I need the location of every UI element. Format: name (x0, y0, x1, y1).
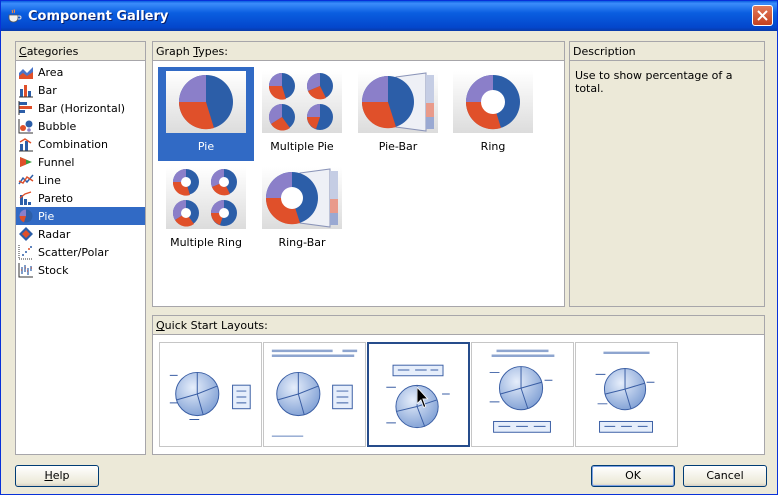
graph-type-ring[interactable]: Ring (445, 67, 541, 161)
description-text: Use to show percentage of a total. (575, 69, 733, 95)
description-header: Description (570, 42, 764, 61)
line-chart-icon (18, 174, 34, 185)
title-bar[interactable]: Component Gallery (1, 1, 777, 31)
graph-type-label: Pie (197, 140, 215, 153)
layout-option-2[interactable] (263, 342, 366, 447)
ring-bar-thumbnail (262, 167, 342, 229)
quick-start-header: Quick Start Layouts: (153, 316, 764, 335)
pie-chart-icon (19, 209, 33, 223)
area-chart-icon (19, 67, 33, 79)
ok-button[interactable]: OK (591, 465, 675, 487)
combination-chart-icon (19, 138, 33, 152)
graph-types-header: Graph Types: (153, 42, 564, 61)
layout-option-1[interactable] (159, 342, 262, 447)
quick-start-layouts-panel: Quick Start Layouts: (152, 315, 765, 455)
layout-option-5[interactable] (575, 342, 678, 447)
pie-graph-icon (178, 75, 233, 130)
graph-type-label: Ring (480, 140, 506, 153)
pie-bar-thumbnail (358, 71, 438, 133)
graph-type-label: Ring-Bar (278, 236, 326, 249)
coffee-cup-icon (8, 9, 22, 23)
horizontal-bar-chart-icon (18, 101, 32, 115)
multiple-ring-graph-icon (172, 169, 237, 227)
graph-type-label: Multiple Ring (170, 236, 242, 249)
component-gallery-dialog: Component Gallery Categories Area Bar Ba… (0, 0, 778, 495)
category-item-funnel[interactable]: Funnel (16, 153, 145, 171)
category-item-scatter-polar[interactable]: Scatter/Polar (16, 243, 145, 261)
ring-thumbnail (453, 71, 533, 133)
multiple-pie-thumbnail (262, 71, 342, 133)
radar-chart-icon (19, 227, 33, 241)
graph-type-pie-bar[interactable]: Pie-Bar (350, 67, 446, 161)
layout-option-4[interactable] (471, 342, 574, 447)
pie-bar-graph-icon (361, 72, 434, 132)
bubble-chart-icon (18, 119, 33, 134)
multiple-ring-thumbnail (166, 167, 246, 229)
category-item-stock[interactable]: Stock (16, 261, 145, 279)
pareto-chart-icon (19, 191, 32, 205)
funnel-chart-icon (20, 157, 32, 167)
graph-type-ring-bar[interactable]: Ring-Bar (254, 163, 350, 257)
layout-legend-top-pie-icon (386, 364, 450, 429)
category-item-bar-horizontal[interactable]: Bar (Horizontal) (16, 99, 145, 117)
ring-graph-icon (465, 75, 520, 130)
category-item-area[interactable]: Area (16, 63, 145, 81)
categories-panel: Categories Area Bar Bar (Horizontal) Bub… (15, 41, 146, 455)
category-item-bar[interactable]: Bar (16, 81, 145, 99)
category-item-bubble[interactable]: Bubble (16, 117, 145, 135)
categories-header: Categories (16, 42, 145, 61)
graph-type-multiple-ring[interactable]: Multiple Ring (158, 163, 254, 257)
ring-bar-graph-icon (265, 168, 338, 228)
scatter-chart-icon (18, 245, 33, 260)
category-item-combination[interactable]: Combination (16, 135, 145, 153)
graph-type-label: Pie-Bar (378, 140, 418, 153)
close-button[interactable] (752, 5, 773, 26)
graph-type-label: Multiple Pie (270, 140, 334, 153)
layout-pie-legend-bottom-icon (595, 351, 655, 433)
stock-chart-icon (18, 263, 33, 278)
description-panel: Description Use to show percentage of a … (569, 41, 765, 307)
close-icon (757, 10, 768, 21)
graph-type-pie[interactable]: Pie (158, 67, 254, 161)
multiple-pie-graph-icon (268, 73, 333, 131)
category-item-radar[interactable]: Radar (16, 225, 145, 243)
category-item-pareto[interactable]: Pareto (16, 189, 145, 207)
layout-pie-legend-right-icon (169, 371, 251, 420)
categories-list[interactable]: Area Bar Bar (Horizontal) Bubble Combina… (16, 61, 145, 279)
bar-chart-icon (19, 85, 33, 98)
category-item-line[interactable]: Line (16, 171, 145, 189)
layout-title-pie-legend-icon (271, 349, 358, 437)
layout-option-3[interactable] (367, 342, 470, 447)
pie-thumbnail (166, 71, 246, 133)
help-button[interactable]: Help (15, 465, 99, 487)
cancel-button[interactable]: Cancel (683, 465, 767, 487)
graph-type-multiple-pie[interactable]: Multiple Pie (254, 67, 350, 161)
layout-title-pie-legend-bottom-icon (489, 349, 555, 433)
graph-types-panel: Graph Types: Pie Multiple Pie Pie-Bar Ri… (152, 41, 565, 307)
window-title: Component Gallery (28, 8, 169, 24)
category-item-pie[interactable]: Pie (16, 207, 145, 225)
